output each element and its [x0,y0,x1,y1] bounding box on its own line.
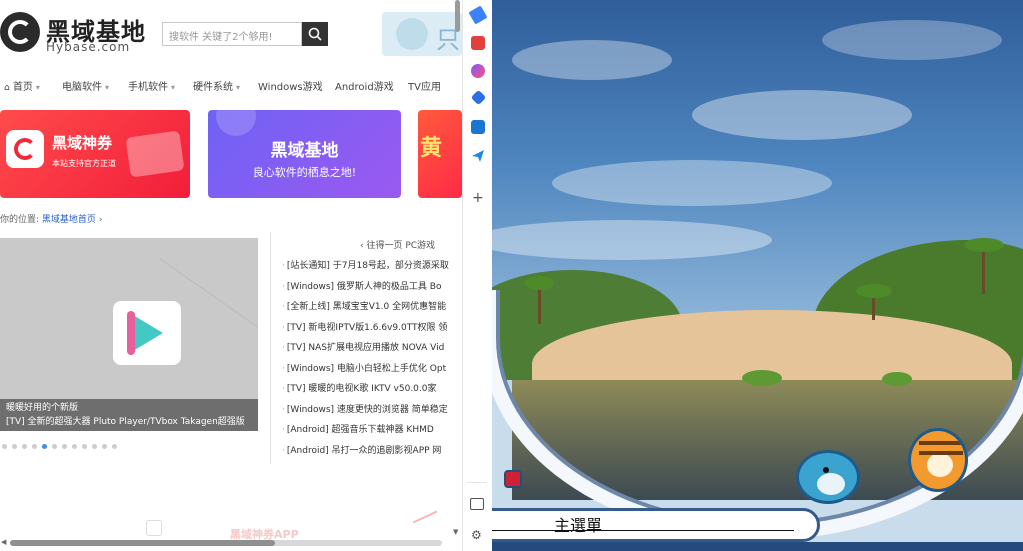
slider-caption-sub: [TV] 全新的超强大器 Pluto Player/TVbox Takagen超… [6,417,245,427]
coupon-ticket-icon [125,130,185,178]
slider-dot[interactable] [92,444,97,449]
slider-dot[interactable] [42,444,47,449]
hybase-banner-title: 黑域基地 [270,141,339,161]
news-item[interactable]: [Windows] 俄罗斯人神的极品工具 Bo [282,279,462,292]
outlook-icon[interactable] [471,120,485,134]
player-app-icon [113,301,181,365]
gear-icon[interactable]: ⚙ [471,528,482,542]
site-logo[interactable]: 黑域基地 Hybase.com [0,10,150,56]
banner-hybase[interactable]: 黑域基地 良心软件的栖息之地! [208,110,401,198]
slider-dot[interactable] [22,444,27,449]
divider [270,232,271,464]
search-button[interactable] [302,22,328,46]
banner-decoration [216,110,256,136]
add-icon[interactable]: + [472,190,484,206]
nav-item-android-games[interactable]: Android游戏 [335,78,394,93]
cloud [692,90,912,140]
banner-third[interactable]: 黄 [418,110,462,198]
breadcrumb-sep: › [98,215,103,225]
featured-slider[interactable]: 暖暖好用的个新版 [TV] 全新的超强大器 Pluto Player/TVbox… [0,238,258,431]
news-item[interactable]: [TV] NAS扩展电视应用播放 NOVA Vid [282,340,462,353]
nav-item-mobile-software[interactable]: 手机软件 ▾ [128,78,175,93]
send-glyph [472,150,484,162]
slider-dot[interactable] [12,444,17,449]
slider-dot[interactable] [62,444,67,449]
news-item[interactable]: [TV] 暖暖的电视K歌 IKTV v50.0.0家 [282,381,462,394]
news-item[interactable]: [Windows] 电脑小白轻松上手优化 Opt [282,361,462,374]
top-ad-banner[interactable]: 只 [382,12,462,56]
slider-dot[interactable] [32,444,37,449]
coupon-subtitle: 本站支持官方正道 [52,159,116,168]
search-input[interactable]: 搜软件 关键了2个够用! [162,22,302,46]
palm-tree [524,276,554,290]
main-menu-label[interactable]: 主選單 [554,512,602,536]
breadcrumb: 你的位置: 黑域基地首页 › [0,212,102,225]
game-window: 主選單 [492,0,1023,551]
side-toolbar: + ⚙ [462,0,492,551]
tag-icon[interactable] [468,5,488,25]
send-icon[interactable] [471,148,485,162]
nav-item-pc-software[interactable]: 电脑软件 ▾ [62,78,109,93]
breadcrumb-home-link[interactable]: 黑域基地首页 [42,215,96,225]
brush-icon [146,520,162,536]
logo-swirl-icon [0,12,40,52]
banner-coupon[interactable]: 黑域神券 本站支持官方正道 [0,110,190,198]
cloud [822,20,1002,60]
breadcrumb-prefix: 你的位置: [0,215,40,225]
home-icon: ⌂ [4,83,10,93]
news-pager[interactable]: ‹ 往得一页 PC游戏 [360,238,435,251]
palm-tree [964,238,1004,252]
user-icon[interactable] [471,64,485,78]
banner-swirl-icon [396,18,428,50]
vertical-scroll-thumb[interactable] [455,0,460,32]
horizontal-scrollbar[interactable] [10,540,442,546]
slider-dot[interactable] [112,444,117,449]
slider-dot[interactable] [72,444,77,449]
cloud [552,160,832,206]
news-item[interactable]: [站长通知] 于7月18号起，部分资源采取 [282,258,462,271]
news-item[interactable]: [Android] 超强音乐下载神器 KHMD [282,422,462,435]
slider-dot[interactable] [82,444,87,449]
third-banner-title: 黄 [420,136,443,161]
hexagon-icon[interactable] [470,89,487,106]
news-item[interactable]: [全新上线] 黑域宝宝V1.0 全网优惠智能 [282,299,462,312]
coupon-title: 黑域神券 [52,134,113,152]
nav-item-hardware[interactable]: 硬件系统 ▾ [193,78,240,93]
horizontal-scroll-thumb[interactable] [10,540,275,546]
slider-dot[interactable] [52,444,57,449]
coupon-logo-icon [6,130,44,168]
nav-item-windows-games[interactable]: Windows游戏 [258,78,323,93]
toolbox-icon[interactable] [471,36,485,50]
cloud [492,220,772,260]
game-bottom-bar [492,542,1023,551]
slider-dot[interactable] [2,444,7,449]
nav-item-home[interactable]: ⌂ 首页 ▾ [4,78,40,93]
cloud [512,40,672,80]
news-item[interactable]: [Windows] 速度更快的浏览器 简单稳定 [282,402,462,415]
tiger-character-avatar[interactable] [908,428,968,492]
news-item[interactable]: [TV] 新电视IPTV版1.6.6v9.0TT权限 领 [282,320,462,333]
scroll-down-arrow-icon[interactable]: ▼ [453,528,458,536]
slider-dot[interactable] [102,444,107,449]
toolbar-divider [467,482,487,483]
scroll-left-arrow-icon[interactable]: ◀ [1,538,6,546]
hybase-banner-subtitle: 良心软件的栖息之地! [252,166,357,179]
footer-decoration [412,510,438,524]
search-icon [308,27,322,41]
slider-caption-title: 暖暖好用的个新版 [6,403,79,413]
nav-item-tv-apps[interactable]: TV应用 [408,78,441,93]
browser-pane: 黑域基地 Hybase.com 搜软件 关键了2个够用! 只 ⌂ 首页 ▾ 电脑软… [0,0,462,551]
main-nav: ⌂ 首页 ▾ 电脑软件 ▾ 手机软件 ▾ 硬件系统 ▾ Windows游戏 Androi… [0,76,462,94]
game-book-icon[interactable] [504,470,522,488]
screen-icon[interactable] [470,498,484,510]
main-menu-bar[interactable] [492,508,820,542]
news-item[interactable]: [Android] 吊打一众的追剧影视APP 网 [282,443,462,456]
shark-character-avatar[interactable] [796,450,860,504]
logo-subtitle: Hybase.com [46,40,131,54]
menu-underline [492,530,794,531]
